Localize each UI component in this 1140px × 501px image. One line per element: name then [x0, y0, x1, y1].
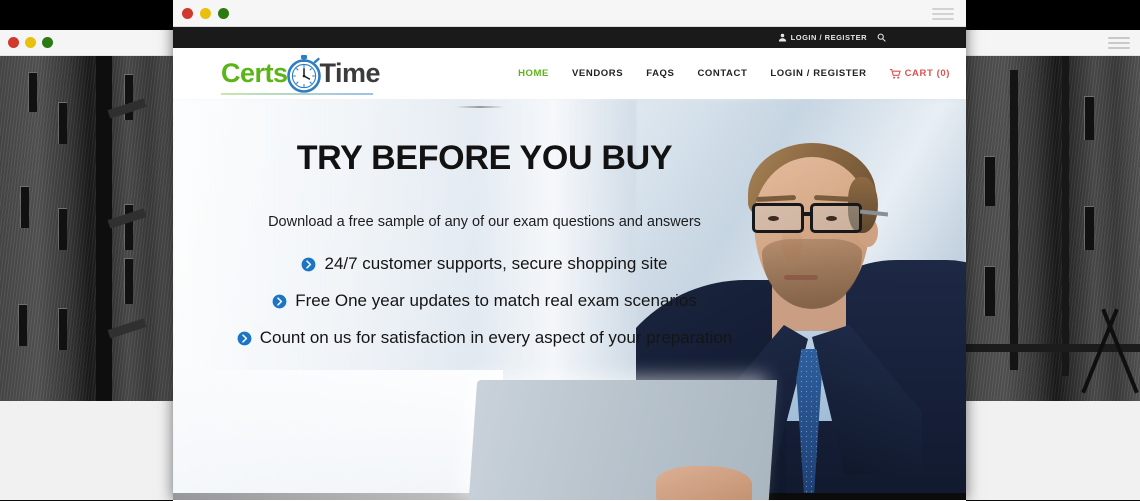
front-close-button[interactable] — [182, 7, 193, 19]
hero-feature-item: Count on us for satisfaction in every as… — [173, 328, 796, 348]
topbar-login-register-label: LOGIN / REGISTER — [790, 33, 867, 42]
user-icon — [778, 33, 786, 42]
shopping-cart-icon — [889, 68, 901, 79]
foreground-browser-window[interactable]: LOGIN / REGISTER Certs Time HOME VENDORS… — [173, 0, 966, 501]
front-window-traffic-lights[interactable] — [182, 7, 229, 19]
site-logo[interactable]: Certs Time — [221, 54, 381, 95]
back-hamburger-menu-icon[interactable] — [1108, 37, 1130, 49]
main-navigation: HOME VENDORS FAQS CONTACT LOGIN / REGIST… — [518, 68, 950, 79]
back-window-traffic-lights[interactable] — [8, 37, 53, 48]
background-building-photo-left — [0, 56, 173, 401]
logo-text-certs: Certs — [221, 58, 288, 88]
back-minimize-button[interactable] — [25, 37, 36, 48]
hero-feature-text: Count on us for satisfaction in every as… — [259, 328, 733, 347]
nav-cart-label: CART (0) — [904, 68, 950, 79]
nav-item-home[interactable]: HOME — [518, 68, 549, 79]
front-minimize-button[interactable] — [200, 7, 211, 19]
screenshot-stage: LOGIN / REGISTER Certs Time HOME VENDORS… — [0, 0, 1140, 501]
back-close-button[interactable] — [8, 37, 19, 48]
chevron-right-circle-icon — [237, 331, 252, 345]
nav-cart-button[interactable]: CART (0) — [889, 68, 950, 79]
chevron-right-circle-icon — [272, 294, 287, 308]
chevron-right-circle-icon — [302, 257, 316, 271]
hero-feature-item: Free One year updates to match real exam… — [173, 291, 796, 311]
logo-underline — [221, 92, 373, 95]
topbar-login-register-link[interactable]: LOGIN / REGISTER — [778, 33, 867, 42]
nav-item-contact[interactable]: CONTACT — [697, 68, 747, 79]
hero-subtitle: Download a free sample of any of our exa… — [268, 214, 701, 230]
stopwatch-icon — [284, 54, 324, 94]
logo-text-time: Time — [319, 58, 381, 88]
hero-content: TRY BEFORE YOU BUY Download a free sampl… — [173, 99, 966, 365]
hero-banner: TRY BEFORE YOU BUY Download a free sampl… — [173, 99, 966, 500]
nav-item-login-register[interactable]: LOGIN / REGISTER — [770, 68, 866, 79]
search-icon[interactable] — [877, 33, 886, 42]
hero-feature-text: Free One year updates to match real exam… — [295, 291, 697, 310]
front-maximize-button[interactable] — [218, 7, 229, 19]
background-building-photo-right — [966, 56, 1140, 401]
site-topbar: LOGIN / REGISTER — [173, 27, 966, 48]
hero-feature-list: 24/7 customer supports, secure shopping … — [173, 254, 966, 348]
nav-item-faqs[interactable]: FAQS — [646, 68, 674, 79]
hero-desk-highlight — [173, 370, 503, 500]
nav-item-vendors[interactable]: VENDORS — [572, 68, 623, 79]
hero-feature-text: 24/7 customer supports, secure shopping … — [324, 254, 668, 273]
back-maximize-button[interactable] — [42, 37, 53, 48]
front-hamburger-menu-icon[interactable] — [932, 8, 954, 20]
hero-feature-item: 24/7 customer supports, secure shopping … — [173, 254, 796, 274]
front-window-titlebar[interactable] — [173, 0, 966, 27]
hero-title: TRY BEFORE YOU BUY — [296, 139, 673, 177]
site-header: Certs Time HOME VENDORS FAQS CONTACT LOG… — [173, 48, 966, 99]
